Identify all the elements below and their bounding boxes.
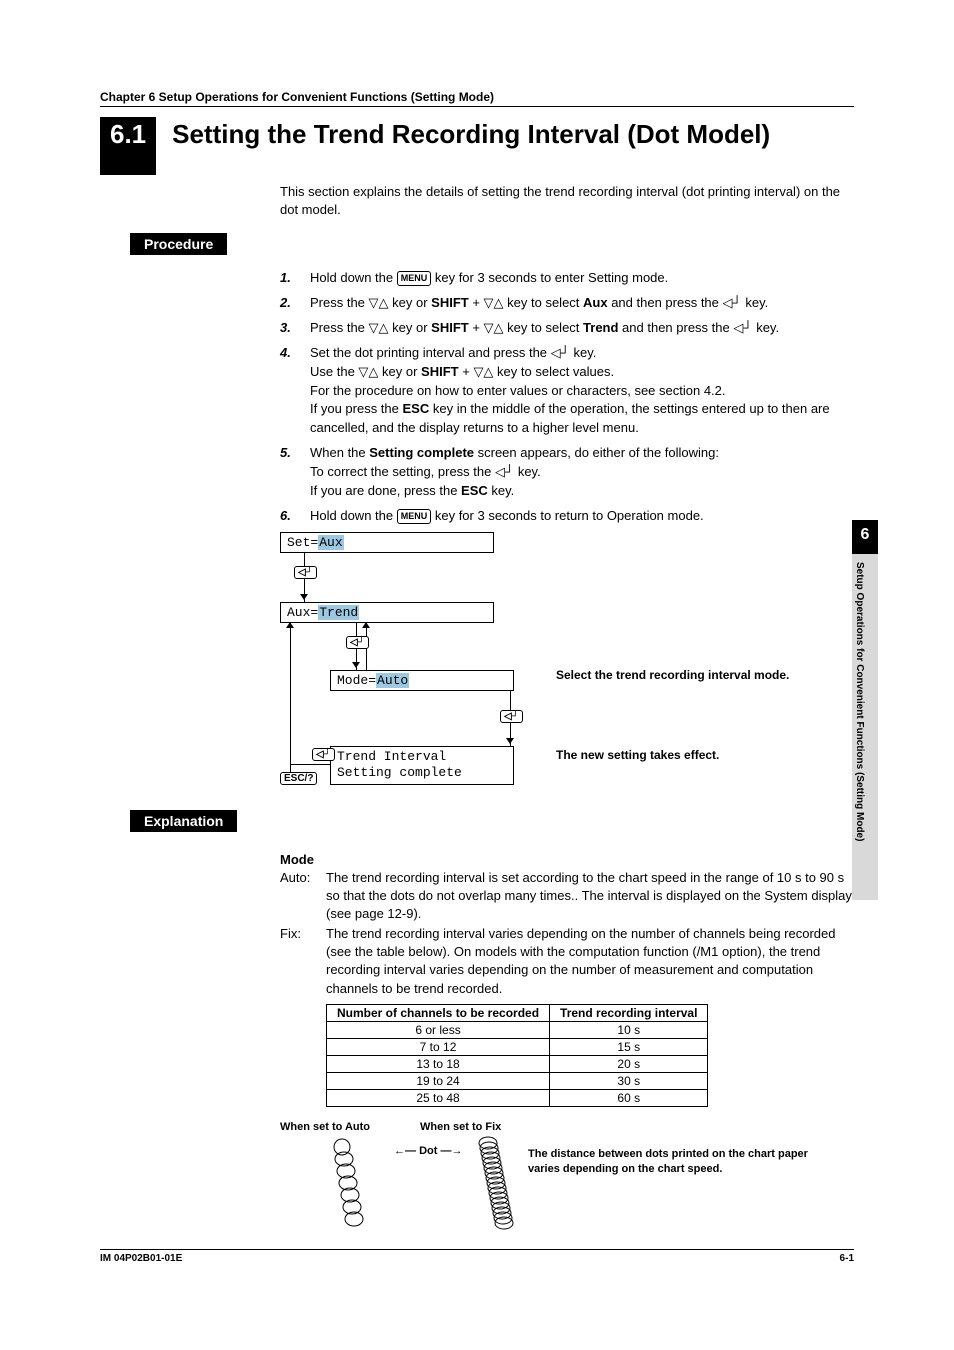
step-item: 2. Press the ▽△ key or SHIFT + ▽△ key to … xyxy=(280,294,854,313)
dotfig-note: The distance between dots printed on the… xyxy=(528,1147,828,1177)
mode-fix-row: Fix: The trend recording interval varies… xyxy=(280,925,854,998)
dot-figure: When set to Auto When set to Fix ←— Dot … xyxy=(280,1121,854,1231)
step-number: 1. xyxy=(280,269,298,288)
explanation-heading: Explanation xyxy=(130,810,237,832)
enter-key-icon: ◁┘ xyxy=(500,710,523,723)
step-body: Set the dot printing interval and press … xyxy=(310,344,854,438)
procedure-body: 1. Hold down the MENU key for 3 seconds t… xyxy=(280,269,854,791)
enter-key-icon: ◁┘ xyxy=(312,748,335,761)
table-row: 7 to 1215 s xyxy=(327,1038,708,1055)
intro: This section explains the details of set… xyxy=(280,183,854,219)
flow-label-effect: The new setting takes effect. xyxy=(556,748,816,764)
mode-auto-row: Auto: The trend recording interval is se… xyxy=(280,869,854,924)
procedure-heading: Procedure xyxy=(130,233,227,255)
enter-key-icon: ◁┘ xyxy=(294,566,317,579)
step-item: 6. Hold down the MENU key for 3 seconds t… xyxy=(280,507,854,526)
mode-fix-desc: The trend recording interval varies depe… xyxy=(326,925,854,998)
menu-key-icon: MENU xyxy=(397,509,432,524)
step-body: Press the ▽△ key or SHIFT + ▽△ key to se… xyxy=(310,319,854,338)
step-item: 3. Press the ▽△ key or SHIFT + ▽△ key to … xyxy=(280,319,854,338)
step-item: 4.Set the dot printing interval and pres… xyxy=(280,344,854,438)
enter-key-icon: ◁┘ xyxy=(346,636,369,649)
enter-key-icon: ◁┘ xyxy=(495,464,514,479)
updown-key-icon: ▽△ xyxy=(473,364,493,379)
table-row: 6 or less10 s xyxy=(327,1021,708,1038)
flow-box-mode: Mode=Auto xyxy=(330,670,514,691)
footer: IM 04P02B01-01E 6-1 xyxy=(100,1249,854,1264)
esc-key-icon: ESC/? xyxy=(280,772,317,785)
title-row: 6.1 Setting the Trend Recording Interval… xyxy=(100,117,854,175)
step-number: 2. xyxy=(280,294,298,313)
side-tab-text: Setup Operations for Convenient Function… xyxy=(852,554,878,900)
updown-key-icon: ▽△ xyxy=(484,320,504,335)
updown-key-icon: ▽△ xyxy=(369,320,389,335)
step-number: 6. xyxy=(280,507,298,526)
mode-heading: Mode xyxy=(280,852,854,867)
footer-right: 6-1 xyxy=(840,1253,854,1264)
dotfig-auto-icon xyxy=(326,1137,386,1227)
section-title: Setting the Trend Recording Interval (Do… xyxy=(172,119,770,150)
flow-box-set: Set=Aux xyxy=(280,532,494,553)
dotfig-auto-label: When set to Auto xyxy=(280,1121,370,1133)
enter-key-icon: ◁┘ xyxy=(723,295,742,310)
step-body: Hold down the MENU key for 3 seconds to … xyxy=(310,507,854,526)
updown-key-icon: ▽△ xyxy=(484,295,504,310)
table-header-channels: Number of channels to be recorded xyxy=(327,1004,550,1021)
table-header-interval: Trend recording interval xyxy=(550,1004,708,1021)
updown-key-icon: ▽△ xyxy=(369,295,389,310)
flow-box-aux: Aux=Trend xyxy=(280,602,494,623)
mode-auto-label: Auto: xyxy=(280,869,318,924)
table-row: 25 to 4860 s xyxy=(327,1089,708,1106)
step-body: When the Setting complete screen appears… xyxy=(310,444,854,501)
table-row: 19 to 2430 s xyxy=(327,1072,708,1089)
section-number: 6.1 xyxy=(100,117,156,175)
interval-table: Number of channels to be recorded Trend … xyxy=(326,1004,708,1107)
chapter-line: Chapter 6 Setup Operations for Convenien… xyxy=(100,90,854,107)
step-number: 4. xyxy=(280,344,298,438)
flow-box-complete: Trend Interval Setting complete xyxy=(330,746,514,786)
mode-fix-label: Fix: xyxy=(280,925,318,998)
step-list: 1. Hold down the MENU key for 3 seconds t… xyxy=(280,269,854,525)
footer-left: IM 04P02B01-01E xyxy=(100,1253,182,1264)
dotfig-dot-label: ←— Dot —→ xyxy=(394,1145,462,1157)
flow-label-select: Select the trend recording interval mode… xyxy=(556,668,816,684)
step-body: Press the ▽△ key or SHIFT + ▽△ key to se… xyxy=(310,294,854,313)
side-tab: 6 Setup Operations for Convenient Functi… xyxy=(852,520,878,900)
step-body: Hold down the MENU key for 3 seconds to … xyxy=(310,269,854,288)
menu-key-icon: MENU xyxy=(397,271,432,286)
enter-key-icon: ◁┘ xyxy=(551,345,570,360)
intro-text: This section explains the details of set… xyxy=(280,183,854,219)
updown-key-icon: ▽△ xyxy=(358,364,378,379)
explanation-body: Mode Auto: The trend recording interval … xyxy=(280,852,854,1231)
step-item: 1. Hold down the MENU key for 3 seconds t… xyxy=(280,269,854,288)
step-number: 3. xyxy=(280,319,298,338)
dotfig-fix-label: When set to Fix xyxy=(420,1121,501,1133)
flowchart: Set=Aux ◁┘ Aux=Trend ◁┘ Mode=Auto Select… xyxy=(280,532,854,792)
page: Chapter 6 Setup Operations for Convenien… xyxy=(0,0,954,1350)
step-number: 5. xyxy=(280,444,298,501)
step-item: 5.When the Setting complete screen appea… xyxy=(280,444,854,501)
table-row: 13 to 1820 s xyxy=(327,1055,708,1072)
enter-key-icon: ◁┘ xyxy=(733,320,752,335)
side-tab-number: 6 xyxy=(852,520,878,554)
mode-auto-desc: The trend recording interval is set acco… xyxy=(326,869,854,924)
